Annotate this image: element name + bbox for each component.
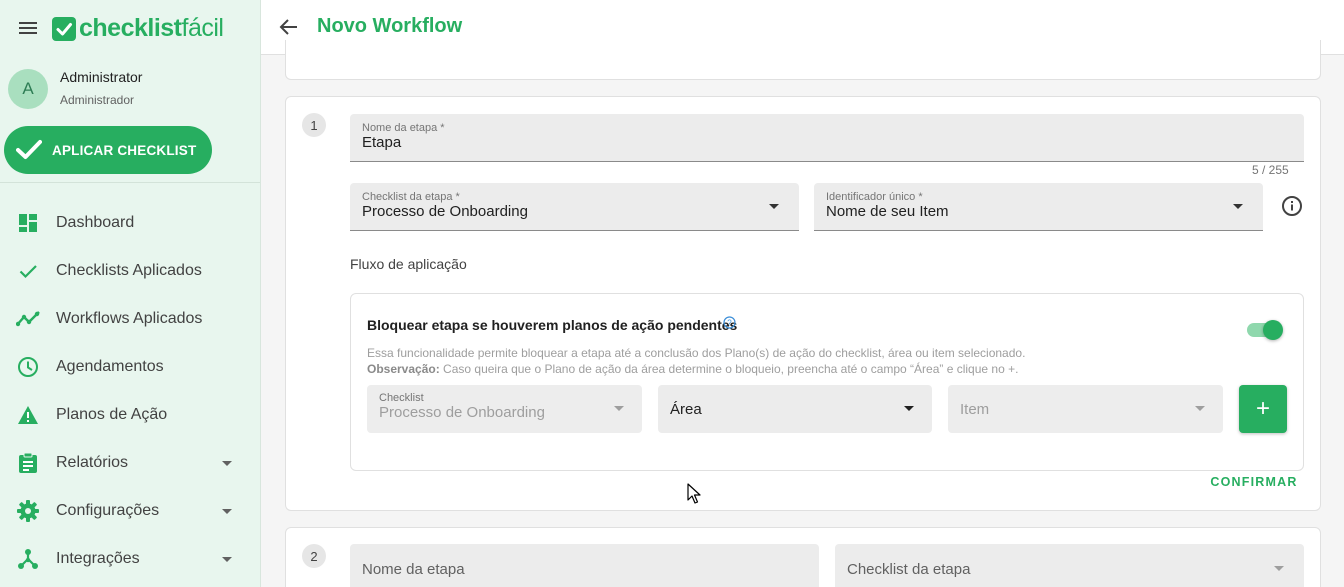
block-step-panel: Bloquear etapa se houverem planos de açã… xyxy=(350,293,1304,471)
block-item-select[interactable]: Item xyxy=(948,385,1223,433)
mouse-cursor-icon xyxy=(687,483,701,510)
hub-icon xyxy=(16,547,40,571)
dashboard-icon xyxy=(16,211,40,235)
step-name-value: Etapa xyxy=(362,134,402,151)
dropdown-arrow-icon xyxy=(1195,406,1205,411)
sidebar-item-label: Planos de Ação xyxy=(56,406,168,423)
block-step-toggle[interactable] xyxy=(1247,320,1283,340)
unique-identifier-label: Identificador único * xyxy=(826,191,923,203)
app-logo[interactable]: checklistfácil xyxy=(52,14,224,43)
step-checklist-value: Processo de Onboarding xyxy=(362,203,528,220)
sidebar-item-label: Relatórios xyxy=(56,454,129,471)
step-card-1: 1 Nome da etapa * Etapa 5 / 255 Checklis… xyxy=(285,96,1321,511)
step-name-placeholder: Nome da etapa xyxy=(362,561,465,578)
dropdown-arrow-icon xyxy=(769,204,779,209)
block-step-note: Observação: Caso queira que o Plano de a… xyxy=(367,362,1018,376)
workflow-info-card xyxy=(285,40,1321,80)
clock-icon xyxy=(16,355,40,379)
avatar: A xyxy=(8,69,48,109)
svg-text:?: ? xyxy=(727,319,732,328)
sidebar-item-workflows-aplicados[interactable]: Workflows Aplicados xyxy=(0,295,260,343)
gear-icon xyxy=(16,499,40,523)
help-icon[interactable]: ? xyxy=(723,316,736,334)
sidebar-divider xyxy=(0,182,260,183)
user-name: Administrator xyxy=(60,69,143,85)
chevron-down-icon xyxy=(222,461,232,466)
sidebar-item-agendamentos[interactable]: Agendamentos xyxy=(0,343,260,391)
trending-icon xyxy=(16,307,40,331)
step-number-badge: 1 xyxy=(302,113,326,137)
sidebar-item-dashboard[interactable]: Dashboard xyxy=(0,199,260,247)
sidebar-item-integracoes[interactable]: Integrações xyxy=(0,535,260,583)
unique-identifier-select[interactable]: Identificador único * Nome de seu Item xyxy=(814,183,1263,231)
back-arrow-icon[interactable] xyxy=(277,15,301,39)
user-profile[interactable]: A Administrator Administrador xyxy=(8,68,258,112)
step-checklist-select[interactable]: Checklist da etapa xyxy=(835,544,1304,587)
apply-checklist-label: APLICAR CHECKLIST xyxy=(52,142,197,158)
sidebar-item-checklists-aplicados[interactable]: Checklists Aplicados xyxy=(0,247,260,295)
step-name-field[interactable]: Nome da etapa * Etapa xyxy=(350,114,1304,162)
block-item-placeholder: Item xyxy=(960,401,990,418)
chevron-down-icon xyxy=(222,509,232,514)
logo-check-icon xyxy=(52,16,76,41)
block-checklist-label: Checklist xyxy=(379,392,424,404)
block-step-description: Essa funcionalidade permite bloquear a e… xyxy=(367,346,1026,360)
block-checklist-value: Processo de Onboarding xyxy=(379,404,545,421)
clipboard-icon xyxy=(16,451,40,475)
step-checklist-placeholder: Checklist da etapa xyxy=(847,561,971,578)
sidebar-item-label: Configurações xyxy=(56,502,160,519)
step-card-2: 2 Nome da etapa Checklist da etapa xyxy=(285,527,1321,587)
sidebar-item-label: Checklists Aplicados xyxy=(56,262,202,279)
sidebar-item-label: Dashboard xyxy=(56,214,135,231)
user-role: Administrador xyxy=(60,93,135,107)
dropdown-arrow-icon xyxy=(904,406,914,411)
add-block-button[interactable]: + xyxy=(1239,385,1287,433)
step-checklist-select[interactable]: Checklist da etapa * Processo de Onboard… xyxy=(350,183,799,231)
dropdown-arrow-icon xyxy=(1274,566,1284,571)
sidebar-item-label: Agendamentos xyxy=(56,358,164,375)
sidebar: checklistfácil A Administrator Administr… xyxy=(0,0,261,587)
note-text: Caso queira que o Plano de ação da área … xyxy=(443,362,1019,376)
sidebar-item-planos-de-acao[interactable]: Planos de Ação xyxy=(0,391,260,439)
character-counter: 5 / 255 xyxy=(1252,163,1289,177)
block-checklist-select[interactable]: Checklist Processo de Onboarding xyxy=(367,385,642,433)
chevron-down-icon xyxy=(222,557,232,562)
step-name-field[interactable]: Nome da etapa xyxy=(350,544,819,587)
note-label: Observação: xyxy=(367,362,440,376)
check-icon xyxy=(16,259,40,283)
confirm-button[interactable]: CONFIRMAR xyxy=(1210,475,1298,495)
block-area-select[interactable]: Área xyxy=(658,385,932,433)
block-area-value: Área xyxy=(670,401,702,418)
page-title: Novo Workflow xyxy=(317,15,463,37)
unique-identifier-value: Nome de seu Item xyxy=(826,203,949,220)
dropdown-arrow-icon xyxy=(614,406,624,411)
step-checklist-label: Checklist da etapa * xyxy=(362,191,460,203)
block-step-title: Bloquear etapa se houverem planos de açã… xyxy=(367,317,738,333)
step-name-label: Nome da etapa * xyxy=(362,122,445,134)
sidebar-item-label: Integrações xyxy=(56,550,140,567)
flow-section-label: Fluxo de aplicação xyxy=(350,256,467,272)
logo-text: checklistfácil xyxy=(79,14,224,42)
hamburger-menu-icon[interactable] xyxy=(16,16,40,40)
apply-checklist-button[interactable]: APLICAR CHECKLIST xyxy=(4,126,212,174)
sidebar-header: checklistfácil xyxy=(0,0,260,55)
sidebar-item-configuracoes[interactable]: Configurações xyxy=(0,487,260,535)
step-number-badge: 2 xyxy=(302,544,326,568)
sidebar-nav: Dashboard Checklists Aplicados Workflows… xyxy=(0,199,260,583)
dropdown-arrow-icon xyxy=(1233,204,1243,209)
info-icon[interactable] xyxy=(1281,195,1303,222)
toggle-thumb xyxy=(1263,320,1283,340)
warning-icon xyxy=(16,403,40,427)
sidebar-item-relatorios[interactable]: Relatórios xyxy=(0,439,260,487)
checkmark-icon xyxy=(16,140,42,159)
sidebar-item-label: Workflows Aplicados xyxy=(56,310,203,327)
